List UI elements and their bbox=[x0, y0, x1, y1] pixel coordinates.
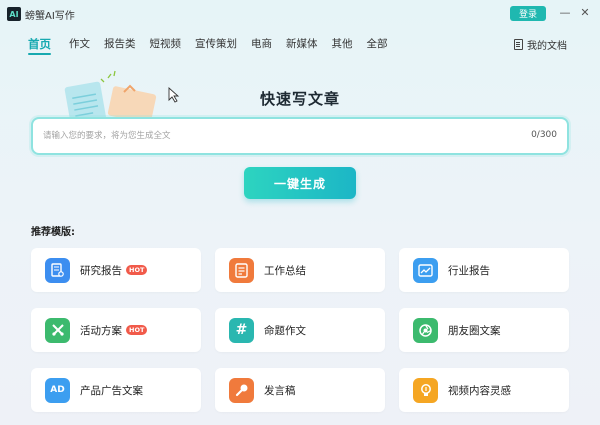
template-card-research-report[interactable]: 研究报告 HOT bbox=[31, 248, 201, 292]
template-label: 行业报告 bbox=[448, 264, 490, 277]
research-report-icon bbox=[45, 257, 70, 283]
prompt-input[interactable] bbox=[43, 127, 483, 145]
prompt-box: 0/300 bbox=[31, 117, 569, 155]
industry-report-icon bbox=[413, 257, 438, 283]
tab-home[interactable]: 首页 bbox=[28, 36, 51, 56]
template-label: 研究报告 bbox=[80, 264, 122, 277]
activity-plan-icon bbox=[45, 317, 70, 343]
template-label: 命题作文 bbox=[264, 324, 306, 337]
templates-label: 推荐模版: bbox=[31, 227, 75, 238]
my-documents-label: 我的文档 bbox=[527, 41, 567, 52]
template-card-moments[interactable]: 朋友圈文案 bbox=[399, 308, 569, 352]
title-bar: AI 螃蟹AI写作 登录 — ✕ bbox=[0, 0, 600, 28]
lightbulb-icon bbox=[413, 377, 438, 403]
template-card-activity-plan[interactable]: 活动方案 HOT bbox=[31, 308, 201, 352]
tab-promotion[interactable]: 宣传策划 bbox=[195, 36, 237, 56]
tab-all[interactable]: 全部 bbox=[367, 36, 388, 56]
essay-icon: # bbox=[229, 317, 254, 343]
tab-essay[interactable]: 作文 bbox=[69, 36, 90, 56]
ad-icon: AD bbox=[45, 377, 70, 403]
template-label: 产品广告文案 bbox=[80, 384, 143, 397]
template-card-essay[interactable]: # 命题作文 bbox=[215, 308, 385, 352]
generate-button[interactable]: 一键生成 bbox=[244, 167, 356, 199]
tab-new-media[interactable]: 新媒体 bbox=[286, 36, 318, 56]
template-card-work-summary[interactable]: 工作总结 bbox=[215, 248, 385, 292]
template-card-video-ideas[interactable]: 视频内容灵感 bbox=[399, 368, 569, 412]
hot-badge: HOT bbox=[126, 325, 148, 335]
tab-reports[interactable]: 报告类 bbox=[104, 36, 136, 56]
template-label: 朋友圈文案 bbox=[448, 324, 501, 337]
document-icon bbox=[514, 39, 523, 50]
login-button[interactable]: 登录 bbox=[510, 6, 546, 21]
page-title: 快速写文章 bbox=[259, 90, 340, 108]
template-label: 视频内容灵感 bbox=[448, 384, 511, 397]
microphone-icon bbox=[229, 377, 254, 403]
category-nav: 首页 作文 报告类 短视频 宣传策划 电商 新媒体 其他 全部 bbox=[28, 36, 402, 56]
template-card-industry-report[interactable]: 行业报告 bbox=[399, 248, 569, 292]
close-icon[interactable]: ✕ bbox=[577, 4, 593, 20]
template-card-product-ad[interactable]: AD 产品广告文案 bbox=[31, 368, 201, 412]
template-label: 发言稿 bbox=[264, 384, 296, 397]
my-documents-link[interactable]: 我的文档 bbox=[514, 37, 567, 52]
char-count: 0/300 bbox=[531, 130, 557, 140]
minimize-icon[interactable]: — bbox=[557, 4, 573, 20]
moments-icon bbox=[413, 317, 438, 343]
tab-other[interactable]: 其他 bbox=[332, 36, 353, 56]
template-label: 活动方案 bbox=[80, 324, 122, 337]
hot-badge: HOT bbox=[126, 265, 148, 275]
work-summary-icon bbox=[229, 257, 254, 283]
template-card-speech[interactable]: 发言稿 bbox=[215, 368, 385, 412]
app-title: 螃蟹AI写作 bbox=[25, 11, 75, 22]
tab-short-video[interactable]: 短视频 bbox=[150, 36, 182, 56]
tab-ecommerce[interactable]: 电商 bbox=[251, 36, 272, 56]
app-logo: AI bbox=[7, 7, 21, 21]
template-label: 工作总结 bbox=[264, 264, 306, 277]
